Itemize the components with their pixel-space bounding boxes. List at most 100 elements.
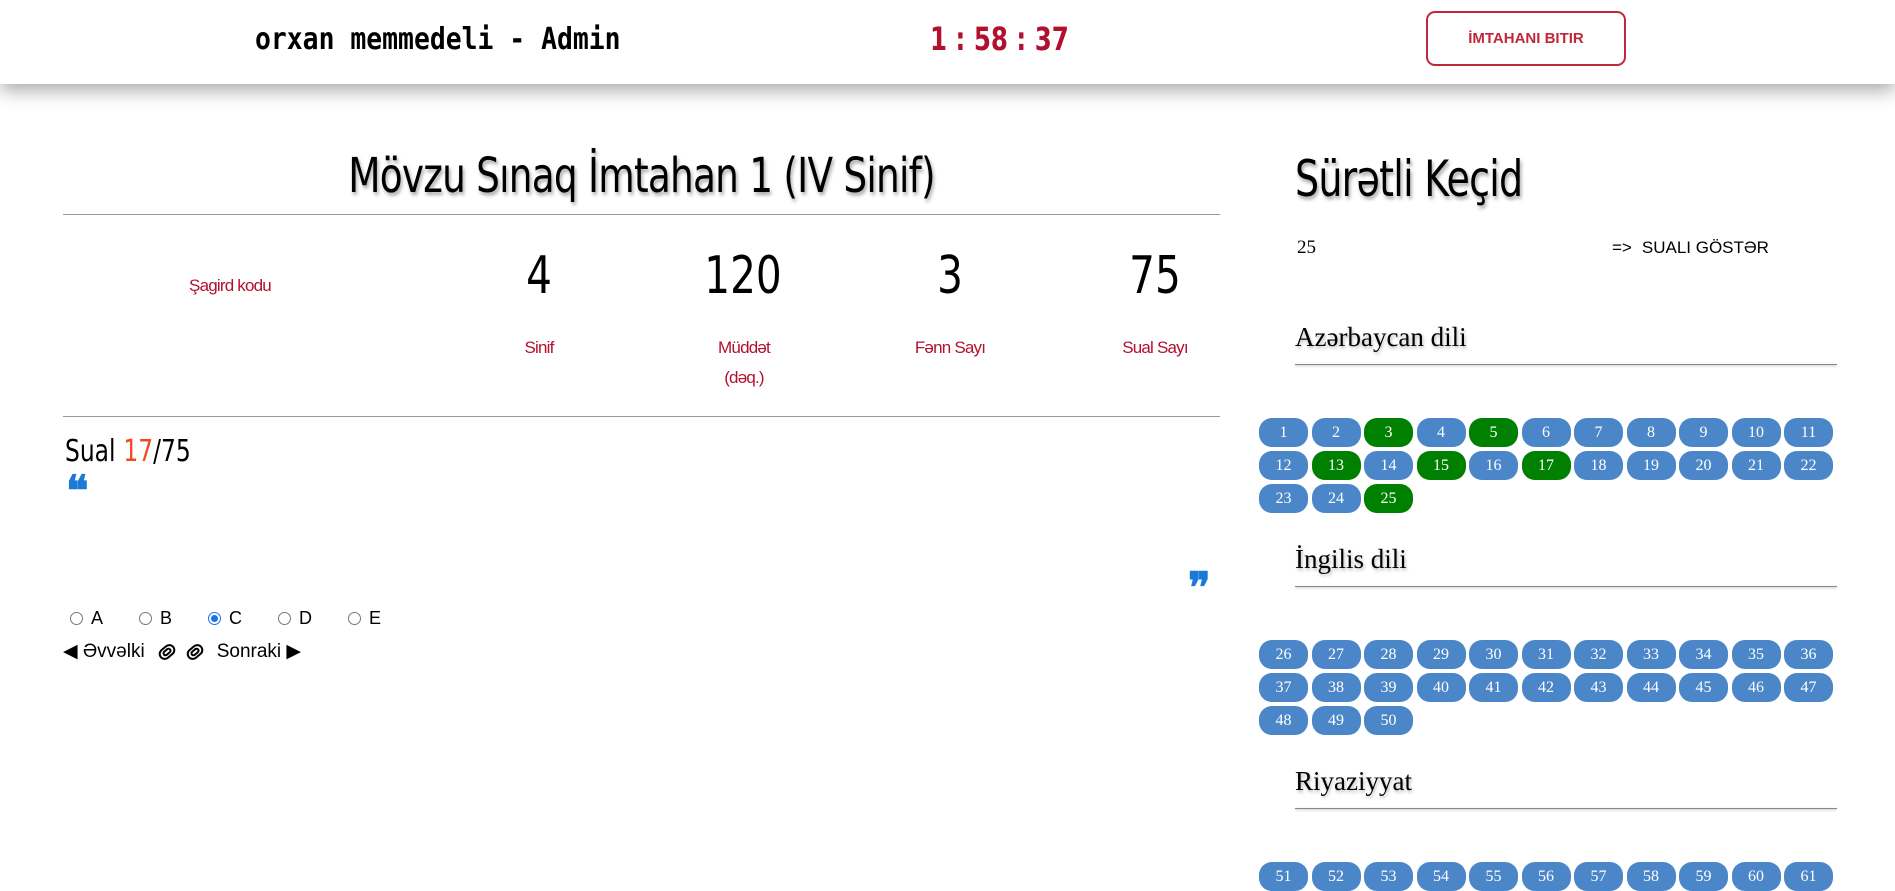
question-link-button[interactable]: 50 bbox=[1364, 706, 1413, 735]
question-link-button[interactable]: 20 bbox=[1679, 451, 1728, 480]
top-bar: orxan memmedeli - Admin 1 : 58 : 37 İMTA… bbox=[0, 0, 1895, 84]
question-link-button[interactable]: 41 bbox=[1469, 673, 1518, 702]
question-link-button[interactable]: 44 bbox=[1626, 673, 1676, 702]
question-link-button[interactable]: 9 bbox=[1679, 418, 1728, 447]
question-link-button[interactable]: 30 bbox=[1469, 640, 1518, 669]
question-link-button[interactable]: 10 bbox=[1731, 418, 1781, 447]
question-link-button[interactable]: 51 bbox=[1259, 862, 1308, 891]
radio-button[interactable] bbox=[139, 612, 153, 625]
show-question-label: SUALI GÖSTƏR bbox=[1641, 238, 1769, 257]
question-link-button[interactable]: 45 bbox=[1679, 673, 1728, 702]
question-link-button[interactable]: 14 bbox=[1364, 451, 1413, 480]
question-link-button[interactable]: 22 bbox=[1784, 451, 1833, 480]
stat-questions-value: 75 bbox=[1129, 246, 1181, 306]
answer-option-d[interactable]: D bbox=[278, 608, 312, 629]
question-link-button[interactable]: 57 bbox=[1574, 862, 1623, 891]
previous-button[interactable]: ◀ Əvvəlki bbox=[63, 640, 145, 663]
question-link-button[interactable]: 11 bbox=[1784, 418, 1833, 447]
finish-exam-button[interactable]: İMTAHANI BITIR bbox=[1426, 11, 1626, 66]
stat-duration-value: 120 bbox=[704, 246, 782, 306]
question-link-button[interactable]: 1 bbox=[1259, 418, 1308, 447]
answer-option-label: E bbox=[369, 608, 382, 628]
stat-questions-label: Sual Sayı bbox=[1122, 338, 1188, 357]
question-link-button[interactable]: 23 bbox=[1259, 484, 1308, 513]
question-link-button[interactable]: 13 bbox=[1311, 451, 1361, 480]
question-link-button[interactable]: 49 bbox=[1311, 706, 1361, 735]
question-link-button[interactable]: 12 bbox=[1259, 451, 1308, 480]
question-prefix: Sual bbox=[65, 434, 116, 469]
question-link-button[interactable]: 53 bbox=[1364, 862, 1413, 891]
divider bbox=[1295, 586, 1837, 587]
question-link-button[interactable]: 55 bbox=[1469, 862, 1518, 891]
answer-option-e[interactable]: E bbox=[348, 608, 381, 629]
question-grid: 51 52 53 54 55 56 57 58 59 60 61 bbox=[1259, 862, 1839, 891]
question-link-button[interactable]: 35 bbox=[1731, 640, 1781, 669]
question-link-button[interactable]: 37 bbox=[1259, 673, 1308, 702]
question-link-button[interactable]: 18 bbox=[1574, 451, 1623, 480]
question-link-button[interactable]: 29 bbox=[1416, 640, 1466, 669]
question-link-button[interactable]: 26 bbox=[1259, 640, 1308, 669]
question-link-button[interactable]: 31 bbox=[1521, 640, 1571, 669]
quote-open-icon: ❝ bbox=[66, 466, 89, 515]
question-link-button[interactable]: 43 bbox=[1574, 673, 1623, 702]
stat-duration-label-text: Müddət (dəq.) bbox=[718, 338, 771, 387]
question-link-button[interactable]: 38 bbox=[1311, 673, 1361, 702]
question-link-button[interactable]: 7 bbox=[1574, 418, 1623, 447]
radio-button[interactable] bbox=[278, 612, 292, 625]
divider bbox=[1295, 808, 1837, 809]
question-link-button[interactable]: 60 bbox=[1731, 862, 1781, 891]
question-link-button[interactable]: 8 bbox=[1626, 418, 1676, 447]
goto-question-input[interactable]: 25 bbox=[1297, 237, 1316, 259]
divider bbox=[63, 214, 1220, 215]
question-link-button[interactable]: 59 bbox=[1679, 862, 1728, 891]
question-link-button[interactable]: 2 bbox=[1311, 418, 1361, 447]
question-link-button[interactable]: 5 bbox=[1469, 418, 1518, 447]
question-link-button[interactable]: 52 bbox=[1311, 862, 1361, 891]
question-link-button[interactable]: 21 bbox=[1731, 451, 1781, 480]
question-link-button[interactable]: 28 bbox=[1364, 640, 1413, 669]
question-link-button[interactable]: 58 bbox=[1626, 862, 1676, 891]
question-link-button[interactable]: 27 bbox=[1311, 640, 1361, 669]
divider bbox=[63, 416, 1220, 417]
paperclip-icon bbox=[186, 643, 204, 660]
radio-button[interactable] bbox=[208, 612, 222, 625]
question-link-button[interactable]: 46 bbox=[1731, 673, 1781, 702]
answer-option-a[interactable]: A bbox=[70, 608, 103, 629]
question-current: 17 bbox=[123, 434, 154, 469]
radio-button[interactable] bbox=[70, 612, 83, 625]
user-name: orxan memmedeli - Admin bbox=[255, 22, 621, 57]
question-link-button[interactable]: 4 bbox=[1416, 418, 1466, 447]
question-link-button[interactable]: 39 bbox=[1364, 673, 1413, 702]
question-link-button[interactable]: 6 bbox=[1521, 418, 1571, 447]
stat-subjects-label: Fənn Sayı bbox=[914, 338, 986, 357]
next-button[interactable]: Sonraki ▶ bbox=[217, 640, 301, 663]
question-link-button[interactable]: 16 bbox=[1469, 451, 1518, 480]
question-link-button[interactable]: 56 bbox=[1521, 862, 1571, 891]
question-grid: 1 2 3 4 5 6 7 8 9 10 11 12 13 14 15 16 17 18 19 20 21 22 23 24 2… bbox=[1259, 418, 1839, 513]
question-navigation: ◀ Əvvəlki Sonraki ▶ bbox=[63, 640, 301, 663]
question-link-button[interactable]: 24 bbox=[1311, 484, 1361, 513]
question-link-button[interactable]: 47 bbox=[1784, 673, 1833, 702]
answer-option-label: D bbox=[299, 608, 313, 628]
radio-button[interactable] bbox=[348, 612, 362, 625]
question-link-button[interactable]: 61 bbox=[1784, 862, 1833, 891]
question-link-button[interactable]: 48 bbox=[1259, 706, 1308, 735]
question-link-button[interactable]: 33 bbox=[1626, 640, 1676, 669]
question-link-button[interactable]: 19 bbox=[1626, 451, 1676, 480]
answer-option-c[interactable]: C bbox=[208, 608, 242, 629]
question-link-button[interactable]: 42 bbox=[1521, 673, 1571, 702]
show-question-button[interactable]: => SUALI GÖSTƏR bbox=[1612, 238, 1769, 258]
question-link-button[interactable]: 17 bbox=[1521, 451, 1571, 480]
question-link-button[interactable]: 34 bbox=[1679, 640, 1728, 669]
question-link-button[interactable]: 32 bbox=[1574, 640, 1623, 669]
exam-title: Mövzu Sınaq İmtahan 1 (IV Sinif) bbox=[348, 148, 935, 204]
question-link-button[interactable]: 36 bbox=[1784, 640, 1833, 669]
question-link-button[interactable]: 40 bbox=[1416, 673, 1466, 702]
question-grid: 26 27 28 29 30 31 32 33 34 35 36 37 38 39 40 41 42 43 44 45… bbox=[1259, 640, 1839, 735]
question-link-button[interactable]: 3 bbox=[1364, 418, 1413, 447]
question-link-button[interactable]: 54 bbox=[1416, 862, 1466, 891]
answer-option-b[interactable]: B bbox=[139, 608, 172, 629]
question-link-button[interactable]: 25 bbox=[1364, 484, 1413, 513]
paperclip-icon bbox=[158, 643, 176, 660]
question-link-button[interactable]: 15 bbox=[1416, 451, 1466, 480]
